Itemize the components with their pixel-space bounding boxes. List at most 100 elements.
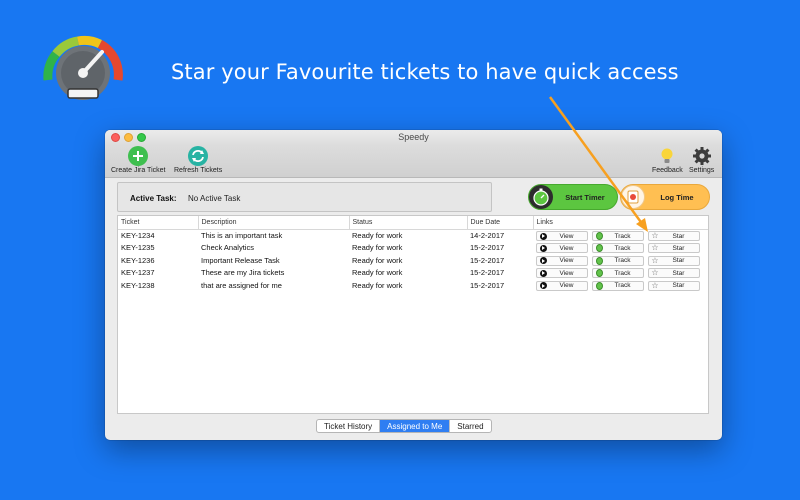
table-row[interactable]: KEY-1235 Check Analytics Ready for work 15-… (118, 242, 708, 255)
star-button[interactable]: ☆ Star (648, 268, 700, 279)
track-button[interactable]: Track (592, 255, 644, 266)
stopwatch-icon (595, 232, 603, 240)
arrow-right-circle-icon (539, 282, 547, 290)
star-button[interactable]: ☆ Star (648, 255, 700, 266)
view-button[interactable]: View (536, 255, 588, 266)
description-cell: Important Release Task (201, 255, 280, 265)
stopwatch-icon (595, 244, 603, 253)
links-cell: View Track ☆ Star (533, 279, 708, 292)
view-button[interactable]: View (536, 280, 588, 291)
tab-starred[interactable]: Starred (450, 420, 490, 432)
due-date-cell: 15-2-2017 (470, 255, 505, 265)
table-row[interactable]: KEY-1236 Important Release Task Ready for … (118, 254, 708, 267)
start-timer-button[interactable]: Start Timer (528, 184, 618, 210)
due-date-cell: 15-2-2017 (470, 268, 505, 278)
tickets-table: Ticket Description Status Due Date Links… (117, 215, 709, 414)
track-label: Track (614, 257, 631, 265)
refresh-tickets-label: Refresh Tickets (174, 167, 223, 174)
links-cell: View Track ☆ Star (533, 242, 708, 255)
star-label: Star (672, 257, 685, 265)
track-button[interactable]: Track (592, 231, 644, 241)
track-button[interactable]: Track (592, 243, 644, 254)
view-label: View (559, 244, 574, 252)
track-label: Track (614, 269, 631, 277)
refresh-tickets-button[interactable]: Refresh Tickets (174, 146, 222, 174)
title-bar: Speedy (105, 130, 722, 146)
links-cell: View Track ☆ Star (533, 229, 708, 242)
description-cell: These are my Jira tickets (201, 268, 285, 278)
status-cell: Ready for work (352, 243, 403, 253)
plus-circle-icon (128, 146, 149, 166)
status-cell: Ready for work (352, 280, 403, 290)
star-button[interactable]: ☆ Star (648, 231, 700, 241)
track-button[interactable]: Track (592, 280, 644, 291)
view-segmented-control: Ticket History Assigned to Me Starred (316, 419, 492, 433)
toolbar: Create Jira Ticket Refresh Tickets Feedb… (105, 146, 722, 178)
tab-assigned-to-me[interactable]: Assigned to Me (380, 420, 451, 432)
feedback-button[interactable]: Feedback (652, 146, 683, 174)
due-date-cell: 14-2-2017 (470, 231, 505, 240)
column-header-description[interactable]: Description (198, 216, 350, 230)
stopwatch-icon (595, 256, 603, 265)
star-outline-icon: ☆ (651, 231, 659, 240)
arrow-right-circle-icon (539, 269, 547, 277)
due-date-cell: 15-2-2017 (470, 243, 505, 253)
gear-icon (692, 146, 712, 166)
active-task-box: Active Task: No Active Task (117, 182, 492, 212)
view-button[interactable]: View (536, 243, 588, 254)
star-label: Star (672, 244, 685, 252)
view-label: View (559, 269, 574, 277)
column-header-ticket[interactable]: Ticket (118, 216, 199, 230)
headline: Star your Favourite tickets to have quic… (171, 60, 679, 84)
log-time-button[interactable]: Log Time (620, 184, 710, 210)
speedy-window: Speedy Create Jira Ticket Refresh Ticket… (105, 130, 722, 440)
view-label: View (559, 282, 574, 290)
ticket-cell: KEY-1234 (121, 231, 155, 240)
view-label: View (559, 257, 574, 265)
stopwatch-icon (529, 185, 553, 209)
create-jira-ticket-button[interactable]: Create Jira Ticket (111, 146, 165, 174)
column-header-status[interactable]: Status (349, 216, 468, 230)
track-label: Track (614, 244, 631, 252)
track-label: Track (614, 232, 631, 240)
star-label: Star (672, 232, 685, 240)
status-cell: Ready for work (352, 231, 403, 240)
stopwatch-icon (595, 281, 603, 290)
column-header-due-date[interactable]: Due Date (467, 216, 534, 230)
view-label: View (559, 232, 574, 240)
links-cell: View Track ☆ Star (533, 267, 708, 280)
speedometer-logo-icon (43, 35, 123, 100)
active-task-label: Active Task: (130, 194, 177, 203)
description-cell: that are assigned for me (201, 280, 282, 290)
ticket-cell: KEY-1238 (121, 280, 155, 290)
star-button[interactable]: ☆ Star (648, 243, 700, 254)
tab-ticket-history[interactable]: Ticket History (317, 420, 381, 432)
refresh-icon (188, 146, 209, 166)
column-header-links[interactable]: Links (533, 216, 708, 230)
description-cell: Check Analytics (201, 243, 254, 253)
create-jira-ticket-label: Create Jira Ticket (111, 167, 166, 174)
table-row[interactable]: KEY-1238 that are assigned for me Ready fo… (118, 279, 708, 292)
settings-button[interactable]: Settings (689, 146, 714, 174)
star-outline-icon: ☆ (651, 243, 659, 253)
clock-log-icon (621, 185, 645, 209)
arrow-right-circle-icon (539, 257, 547, 265)
arrow-right-circle-icon (539, 232, 547, 240)
status-cell: Ready for work (352, 255, 403, 265)
star-outline-icon: ☆ (651, 255, 659, 265)
table-row[interactable]: KEY-1237 These are my Jira tickets Ready f… (118, 267, 708, 280)
table-header-row: Ticket Description Status Due Date Links (118, 216, 708, 230)
view-button[interactable]: View (536, 231, 588, 241)
table-row[interactable]: KEY-1234 This is an important task Ready f… (118, 229, 708, 242)
track-label: Track (614, 282, 631, 290)
settings-label: Settings (689, 167, 715, 174)
view-button[interactable]: View (536, 268, 588, 279)
star-button[interactable]: ☆ Star (648, 280, 700, 291)
track-button[interactable]: Track (592, 268, 644, 279)
links-cell: View Track ☆ Star (533, 254, 708, 267)
ticket-cell: KEY-1237 (121, 268, 155, 278)
status-cell: Ready for work (352, 268, 403, 278)
start-timer-label: Start Timer (565, 192, 605, 202)
arrow-right-circle-icon (539, 244, 547, 252)
star-outline-icon: ☆ (651, 268, 659, 278)
